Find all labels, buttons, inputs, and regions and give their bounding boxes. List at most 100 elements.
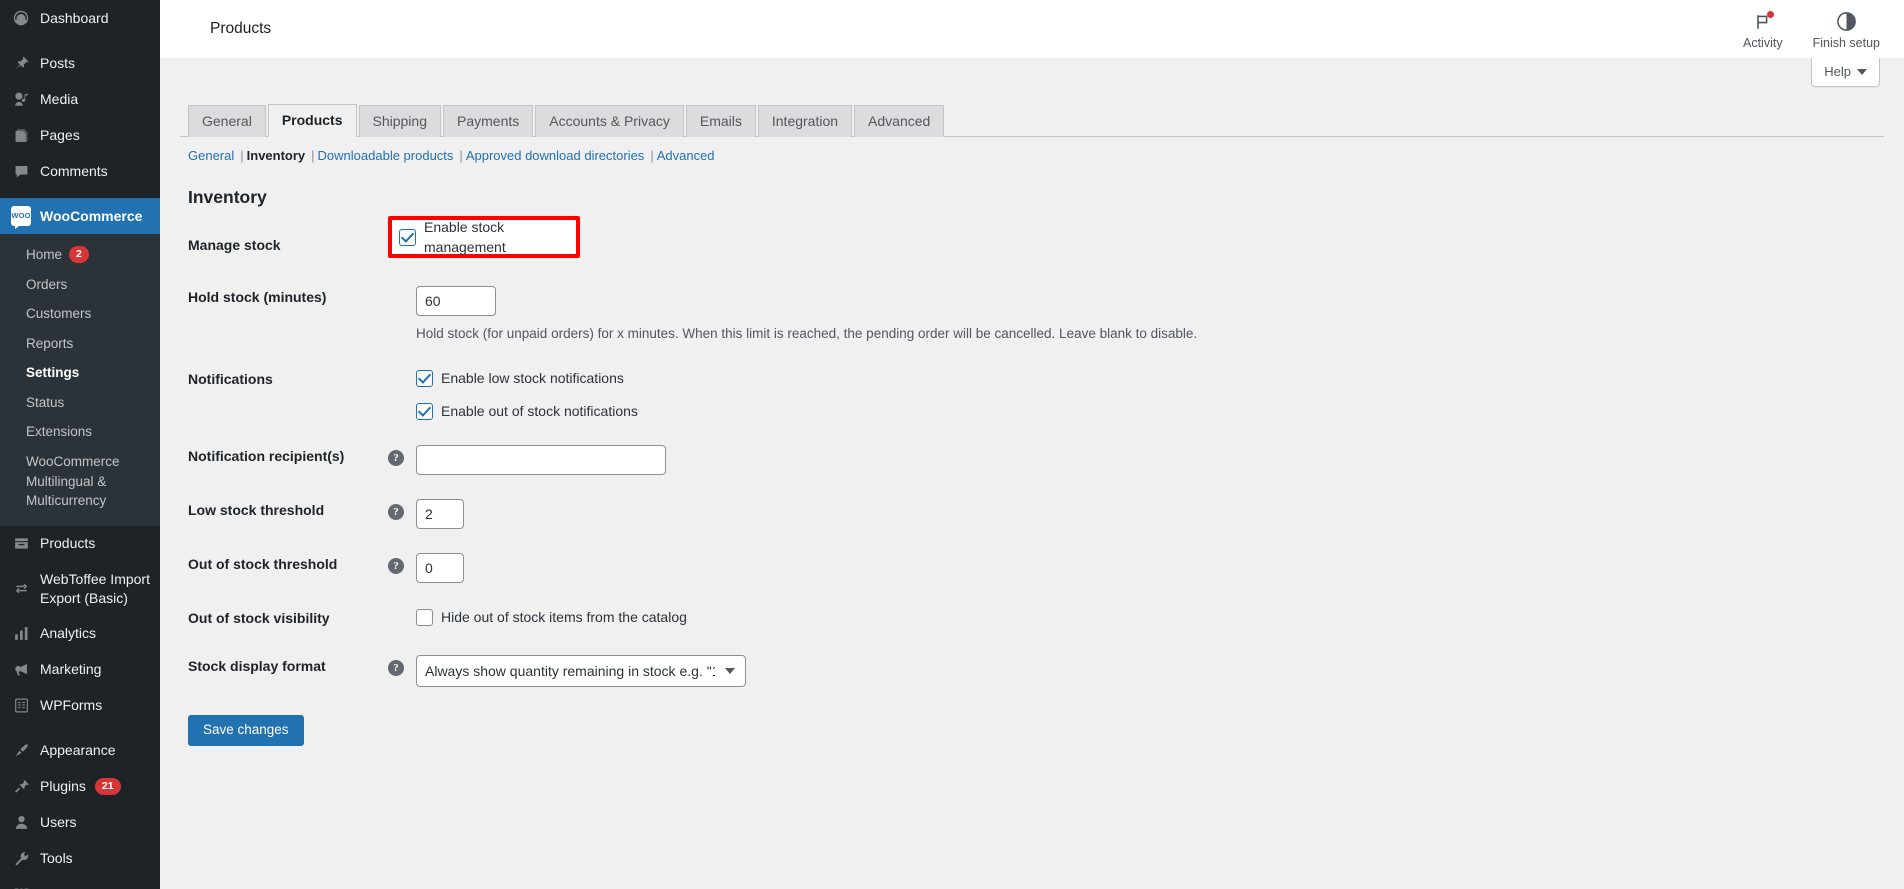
manage-stock-control: Enable stock management [388,216,1788,274]
user-icon [11,812,31,832]
hold-stock-tip-cell [388,274,416,356]
notification-recipients-tip-cell: ? [388,433,416,487]
subnav-separator: | [240,148,244,163]
stock-display-format-select[interactable]: Always show quantity remaining in stock … [416,654,746,687]
checkbox-box[interactable] [399,228,416,246]
menu-separator [0,36,160,45]
subnav-separator: | [650,148,654,163]
tab-products[interactable]: Products [267,104,357,137]
sidebar-item-plugins[interactable]: Plugins 21 [0,768,160,804]
subnav-separator: | [311,148,315,163]
hold-stock-input[interactable] [416,286,496,316]
submenu-item-wcml[interactable]: WooCommerce Multilingual & Multicurrency [0,447,160,516]
import-export-icon [11,579,31,599]
sidebar-item-comments[interactable]: Comments [0,153,160,189]
subnav-downloadable-products[interactable]: Downloadable products [318,148,454,163]
manage-stock-label: Manage stock [188,237,281,253]
sidebar-item-posts[interactable]: Posts [0,45,160,81]
row-hold-stock: Hold stock (minutes) Hold stock (for unp… [188,274,1788,356]
sidebar-item-label: Tools [40,849,73,866]
sidebar-item-appearance[interactable]: Appearance [0,732,160,768]
hold-stock-label: Hold stock (minutes) [188,289,327,305]
submenu-item-extensions[interactable]: Extensions [0,417,160,447]
low-stock-threshold-label: Low stock threshold [188,502,325,519]
activity-button[interactable]: Activity [1743,8,1783,50]
submenu-item-label: Status [26,394,65,410]
checkbox-box[interactable] [416,608,433,626]
help-icon[interactable]: ? [388,450,404,467]
sidebar-item-label: Analytics [40,624,97,641]
submenu-item-status[interactable]: Status [0,388,160,418]
subnav-advanced[interactable]: Advanced [657,148,715,163]
help-icon[interactable]: ? [388,504,404,521]
help-icon[interactable]: ? [388,558,404,575]
activity-notification-dot [1766,10,1774,18]
hide-out-of-stock-items-checkbox[interactable]: Hide out of stock items from the catalog [416,607,687,627]
enable-low-stock-notifications-checkbox[interactable]: Enable low stock notifications [416,368,1778,388]
tab-advanced[interactable]: Advanced [854,105,945,137]
tab-accounts-privacy[interactable]: Accounts & Privacy [535,105,684,137]
pin-icon [11,53,31,73]
sub-navigation: General | Inventory | Downloadable produ… [188,148,1884,163]
header-actions: Activity Finish setup [1743,8,1880,50]
sidebar-item-analytics[interactable]: Analytics [0,615,160,651]
subnav-inventory[interactable]: Inventory [247,148,306,163]
woocommerce-header: Products Activity Finish setup [160,0,1904,58]
row-out-of-stock-visibility: Out of stock visibility Hide out of stoc… [188,595,1788,643]
tab-integration[interactable]: Integration [757,105,853,137]
sidebar-item-label: Comments [40,162,108,179]
low-stock-threshold-input[interactable] [416,499,464,530]
help-tab-button[interactable]: Help [1811,58,1880,87]
checkbox-box[interactable] [416,369,433,387]
sidebar-item-label: Posts [40,54,76,71]
media-icon [11,89,31,109]
sidebar-item-tools[interactable]: Tools [0,840,160,876]
submenu-item-settings[interactable]: Settings [0,358,160,388]
sidebar-item-label: Pages [40,126,80,143]
products-icon [11,534,31,554]
submenu-item-customers[interactable]: Customers [0,299,160,329]
tab-emails[interactable]: Emails [685,105,756,137]
sidebar-item-woocommerce[interactable]: WOO WooCommerce [0,198,160,234]
tab-payments[interactable]: Payments [443,105,534,137]
stock-display-format-control: Always show quantity remaining in stock … [416,643,1788,699]
sidebar-item-dashboard[interactable]: Dashboard [0,0,160,36]
tab-general[interactable]: General [188,105,266,137]
help-icon[interactable]: ? [388,659,404,676]
sidebar-item-settings[interactable]: Settings [0,876,160,889]
enable-out-of-stock-notifications-checkbox[interactable]: Enable out of stock notifications [416,401,1778,421]
enable-stock-management-checkbox[interactable]: Enable stock management [399,217,576,257]
hold-stock-control: Hold stock (for unpaid orders) for x min… [416,274,1788,356]
sidebar-item-label: Dashboard [40,9,109,26]
save-changes-button[interactable]: Save changes [188,714,304,746]
sidebar-item-webtoffee[interactable]: WebToffee Import Export (Basic) [0,562,160,616]
out-of-stock-threshold-tip-cell: ? [388,541,416,595]
submenu-item-orders[interactable]: Orders [0,270,160,300]
out-of-stock-threshold-input[interactable] [416,553,464,584]
finish-setup-button[interactable]: Finish setup [1813,8,1880,50]
submenu-item-label: Orders [26,276,68,292]
sidebar-item-label: Media [40,90,79,107]
sidebar-item-label: Settings [40,885,91,889]
subnav-approved-download-directories[interactable]: Approved download directories [466,148,645,163]
activity-label: Activity [1743,35,1783,50]
submenu-item-label: Home [26,247,63,262]
flag-icon [1752,10,1774,33]
submenu-item-reports[interactable]: Reports [0,329,160,359]
sidebar-item-users[interactable]: Users [0,804,160,840]
pages-icon [11,125,31,145]
sidebar-item-wpforms[interactable]: WPForms [0,687,160,723]
sidebar-item-marketing[interactable]: Marketing [0,651,160,687]
sidebar-item-media[interactable]: Media [0,81,160,117]
sidebar-item-pages[interactable]: Pages [0,117,160,153]
sidebar-item-products[interactable]: Products [0,526,160,562]
subnav-general[interactable]: General [188,148,234,163]
out-of-stock-threshold-control [416,541,1788,595]
out-of-stock-visibility-tip-cell [388,595,416,643]
tab-shipping[interactable]: Shipping [358,105,441,137]
notification-recipients-input[interactable] [416,445,666,476]
submenu-item-home[interactable]: Home 2 [0,240,160,270]
out-of-stock-visibility-label: Out of stock visibility [188,610,330,627]
checkbox-box[interactable] [416,402,433,420]
finish-setup-label: Finish setup [1812,35,1880,50]
